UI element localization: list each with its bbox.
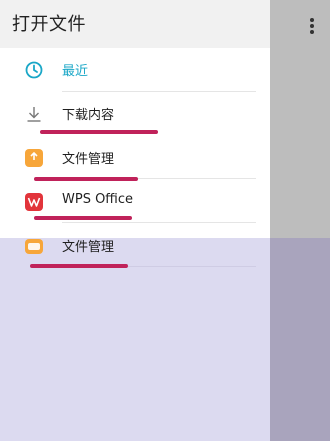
file-manager-icon — [25, 239, 43, 254]
drawer-item-label: 下载内容 — [62, 108, 115, 123]
navigation-drawer: 打开文件 最近 下载内容 文件管理 WPS Office 文件管理 — [0, 0, 270, 441]
drawer-header: 打开文件 — [0, 0, 270, 48]
wps-icon — [25, 193, 43, 211]
more-options-button[interactable] — [300, 10, 324, 42]
download-icon — [27, 107, 41, 122]
drawer-item-file-manager-2[interactable]: 文件管理 — [0, 224, 270, 268]
drawer-item-label: 文件管理 — [62, 152, 115, 167]
drawer-item-file-manager[interactable]: 文件管理 — [0, 136, 270, 180]
more-vert-icon — [310, 18, 314, 34]
annotation-stroke — [40, 130, 158, 134]
lower-overlay — [0, 238, 270, 441]
drawer-item-label: 最近 — [62, 64, 89, 79]
drawer-item-recent[interactable]: 最近 — [0, 48, 270, 92]
drawer-item-label: 文件管理 — [62, 240, 115, 255]
drawer-title: 打开文件 — [12, 14, 86, 35]
file-manager-icon — [25, 149, 43, 167]
annotation-stroke — [34, 216, 132, 220]
annotation-stroke — [30, 264, 128, 268]
drawer-item-label: WPS Office — [62, 192, 134, 207]
clock-icon — [25, 61, 43, 79]
background-scrim-lower — [270, 238, 330, 441]
divider — [62, 222, 256, 223]
